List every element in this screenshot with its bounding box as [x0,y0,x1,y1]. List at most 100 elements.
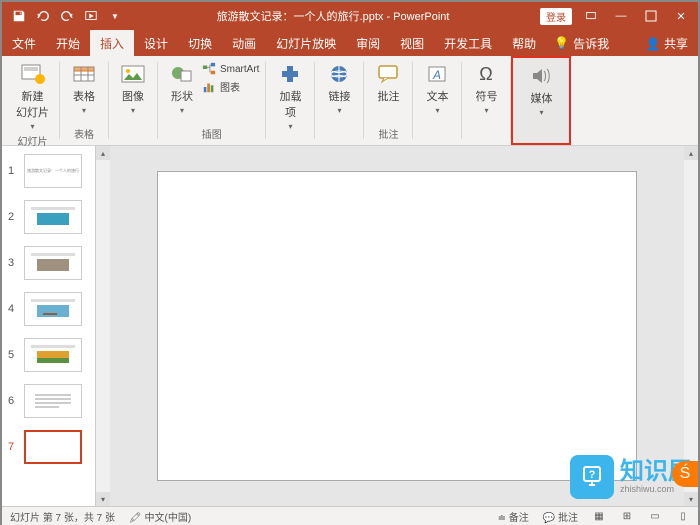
picture-icon [119,62,147,86]
tab-view[interactable]: 视图 [390,30,434,57]
thumb-4[interactable]: 4 [2,290,95,328]
titlebar: ▼ 旅游散文记录：一个人的旅行.pptx - PowerPoint 登录 — ✕ [2,2,698,30]
sorter-view-icon[interactable]: ⊞ [620,509,634,523]
dropdown-icon: ▾ [435,106,439,115]
addins-icon [276,62,304,86]
group-tables: 表格 ▾ 表格 [60,56,108,145]
tab-insert[interactable]: 插入 [90,30,134,57]
thumb-6[interactable]: 6 [2,382,95,420]
minimize-icon[interactable]: — [610,5,632,27]
tabbar: 文件 开始 插入 设计 切换 动画 幻灯片放映 审阅 视图 开发工具 帮助 💡 … [2,30,698,56]
shapes-label: 形状 [171,88,193,104]
tab-developer[interactable]: 开发工具 [434,30,502,57]
reading-view-icon[interactable]: ▭ [648,509,662,523]
tellme-label: 告诉我 [573,35,609,52]
table-button[interactable]: 表格 ▾ [66,60,102,117]
symbols-label: 符号 [475,88,497,104]
qat-dropdown-icon[interactable]: ▼ [104,5,126,27]
tellme[interactable]: 💡 告诉我 [554,35,609,52]
sogou-icon[interactable]: Ś [672,461,698,487]
login-button[interactable]: 登录 [540,8,572,25]
thumb-2[interactable]: 2 [2,198,95,236]
tab-home[interactable]: 开始 [46,30,90,57]
ribbon: 新建 幻灯片 ▾ 幻灯片 表格 ▾ 表格 图像 ▾ 形状 ▾ [2,56,698,146]
table-icon [70,62,98,86]
dropdown-icon: ▾ [180,106,184,115]
tab-review[interactable]: 审阅 [346,30,390,57]
group-links: 链接 ▾ [315,56,363,145]
group-slides-label: 幻灯片 [18,133,48,150]
thumbnail-panel: 1旅游散文记录：一个人的旅行 2 3 4 5 6 7 [2,146,96,506]
group-comments: 批注 批注 [364,56,412,145]
media-button[interactable]: 媒体 ▾ [513,58,569,119]
group-slides: 新建 幻灯片 ▾ 幻灯片 [6,56,59,145]
thumb-scrollbar[interactable]: ▴▾ [96,146,110,506]
undo-icon[interactable] [32,5,54,27]
addins-button[interactable]: 加载 项 ▾ [272,60,308,133]
tab-animations[interactable]: 动画 [222,30,266,57]
watermark-icon: ? [570,455,614,499]
thumb-7[interactable]: 7 [2,428,95,466]
slideshow-view-icon[interactable]: ▯ [676,509,690,523]
tab-help[interactable]: 帮助 [502,30,546,57]
start-icon[interactable] [80,5,102,27]
symbol-icon: Ω [472,62,500,86]
shapes-button[interactable]: 形状 ▾ [164,60,200,117]
canvas-scrollbar[interactable]: ▴▾ [684,146,698,506]
media-label: 媒体 [530,90,552,106]
lang-indicator[interactable]: 🖍 中文(中国) [129,509,191,524]
svg-text:Ω: Ω [480,64,493,84]
tab-slideshow[interactable]: 幻灯片放映 [266,30,346,57]
redo-icon[interactable] [56,5,78,27]
comment-label: 批注 [377,88,399,104]
svg-text:A: A [432,68,441,82]
save-icon[interactable] [8,5,30,27]
symbols-button[interactable]: Ω 符号 ▾ [468,60,504,117]
link-icon [325,62,353,86]
audio-icon [527,64,555,88]
new-slide-icon [19,62,47,86]
tab-transitions[interactable]: 切换 [178,30,222,57]
normal-view-icon[interactable]: ▦ [592,509,606,523]
tab-file[interactable]: 文件 [2,30,46,57]
group-illustrations: 形状 ▾ SmartArt 图表 插图 [158,56,265,145]
slide-canvas[interactable] [157,171,637,481]
notes-button[interactable]: ≐ 备注 [498,509,529,524]
addins-label: 加载 项 [279,88,301,120]
chart-button[interactable]: 图表 [202,79,259,94]
ribbon-options-icon[interactable] [580,5,602,27]
dropdown-icon: ▾ [288,122,292,131]
group-comments-label: 批注 [378,126,398,143]
group-tables-label: 表格 [74,126,94,143]
thumb-1[interactable]: 1旅游散文记录：一个人的旅行 [2,152,95,190]
dropdown-icon: ▾ [30,122,34,131]
links-button[interactable]: 链接 ▾ [321,60,357,117]
maximize-icon[interactable] [640,5,662,27]
tab-design[interactable]: 设计 [134,30,178,57]
chart-icon [202,80,216,94]
slide-info: 幻灯片 第 7 张，共 7 张 [10,509,115,524]
dropdown-icon: ▾ [82,106,86,115]
dropdown-icon: ▾ [337,106,341,115]
share-label: 共享 [664,37,688,51]
comments-button[interactable]: 💬 批注 [543,509,578,524]
images-button[interactable]: 图像 ▾ [115,60,151,117]
table-label: 表格 [73,88,95,104]
group-addins: 加载 项 ▾ [266,56,314,145]
share-button[interactable]: 👤 共享 [646,35,688,52]
statusbar: 幻灯片 第 7 张，共 7 张 🖍 中文(中国) ≐ 备注 💬 批注 ▦ ⊞ ▭… [2,506,698,525]
smartart-label: SmartArt [220,64,259,75]
new-slide-button[interactable]: 新建 幻灯片 ▾ [12,60,53,133]
thumb-5[interactable]: 5 [2,336,95,374]
comment-icon [374,62,402,86]
svg-text:?: ? [589,469,596,481]
smartart-button[interactable]: SmartArt [202,62,259,76]
images-label: 图像 [122,88,144,104]
thumb-3[interactable]: 3 [2,244,95,282]
text-button[interactable]: A 文本 ▾ [419,60,455,117]
comment-button[interactable]: 批注 [370,60,406,106]
group-images: 图像 ▾ [109,56,157,145]
group-text: A 文本 ▾ [413,56,461,145]
close-icon[interactable]: ✕ [670,5,692,27]
shapes-icon [168,62,196,86]
